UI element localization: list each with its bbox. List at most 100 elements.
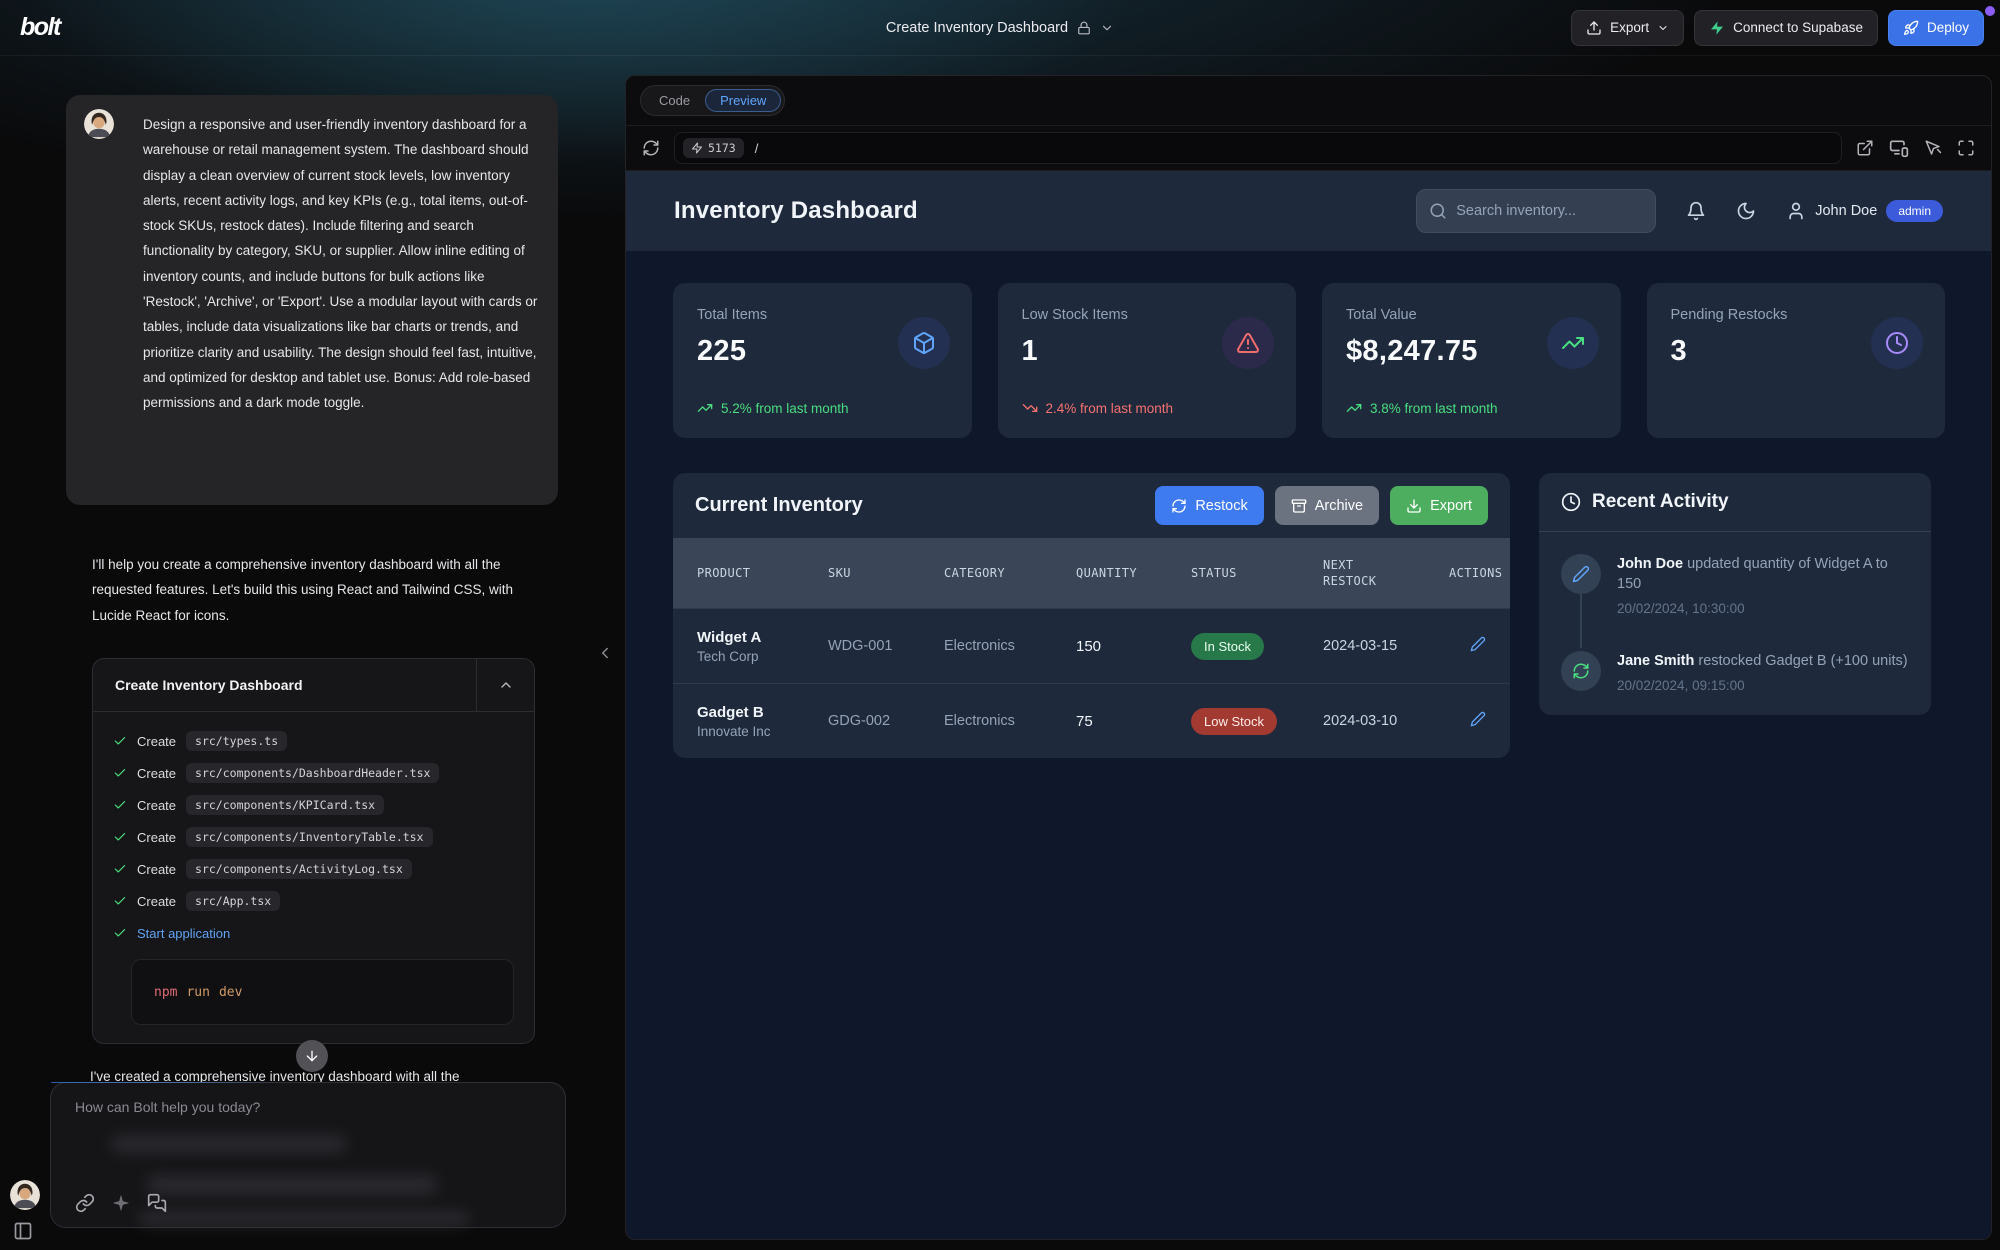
activity-text: Jane Smith restocked Gadget B (+100 unit… <box>1617 651 1908 671</box>
rocket-icon <box>1903 20 1919 36</box>
check-icon <box>113 926 127 940</box>
table-row: Widget A Tech Corp WDG-001 Electronics 1… <box>673 608 1510 683</box>
trending-down-icon <box>1022 400 1038 416</box>
terminal-command: npm run dev <box>131 959 514 1025</box>
archive-button[interactable]: Archive <box>1275 486 1379 525</box>
create-file-step: Create src/types.ts <box>113 725 514 757</box>
archive-icon <box>1291 498 1307 514</box>
category-cell: Electronics <box>944 713 1076 729</box>
blurred-text <box>147 1175 437 1195</box>
artifact-card: Create Inventory Dashboard Create src/ty… <box>92 658 535 1044</box>
activity-actor: Jane Smith <box>1617 653 1694 669</box>
dark-mode-toggle-icon[interactable] <box>1736 201 1756 221</box>
chat-mode-icon[interactable] <box>147 1193 167 1213</box>
quantity-cell: 75 <box>1076 713 1191 730</box>
chat-input-toolbar <box>75 1193 167 1213</box>
restock-button[interactable]: Restock <box>1155 486 1263 525</box>
create-file-step: Create src/components/DashboardHeader.ts… <box>113 757 514 789</box>
next-restock-cell: 2024-03-15 <box>1323 638 1449 654</box>
package-icon <box>898 317 950 369</box>
check-icon <box>113 798 127 812</box>
trending-up-icon <box>1547 317 1599 369</box>
account-avatar[interactable] <box>10 1180 40 1210</box>
step-action-label: Create <box>137 798 176 813</box>
port-badge[interactable]: 5173 <box>683 138 744 158</box>
export-button[interactable]: Export <box>1571 10 1684 46</box>
port-zap-icon <box>691 142 703 154</box>
chevron-down-icon[interactable] <box>1100 21 1114 35</box>
status-badge: Low Stock <box>1191 708 1277 735</box>
reload-icon[interactable] <box>642 139 660 157</box>
user-chip[interactable]: John Doe admin <box>1786 200 1943 222</box>
fullscreen-icon[interactable] <box>1957 139 1975 157</box>
edit-icon[interactable] <box>1470 711 1486 727</box>
search-input[interactable] <box>1456 203 1643 219</box>
col-actions: ACTIONS <box>1449 566 1510 580</box>
product-supplier: Innovate Inc <box>697 724 828 739</box>
attach-link-icon[interactable] <box>75 1193 95 1213</box>
artifact-collapse-button[interactable] <box>476 659 534 711</box>
tab-preview[interactable]: Preview <box>705 89 781 112</box>
step-action-label: Create <box>137 766 176 781</box>
pencil-icon <box>1561 554 1601 594</box>
inspector-icon[interactable] <box>1924 139 1942 157</box>
create-file-step: Create src/App.tsx <box>113 885 514 917</box>
kpi-pending-restocks: Pending Restocks 3 <box>1647 283 1946 438</box>
inventory-title: Current Inventory <box>695 494 863 517</box>
chevron-down-icon <box>1657 22 1669 34</box>
user-message-text: Design a responsive and user-friendly in… <box>143 112 540 416</box>
clock-icon <box>1561 492 1581 512</box>
file-pill[interactable]: src/components/DashboardHeader.tsx <box>186 763 439 783</box>
deploy-label: Deploy <box>1927 20 1969 35</box>
connect-supabase-button[interactable]: Connect to Supabase <box>1694 10 1878 46</box>
command-arg: dev <box>219 985 242 1000</box>
kpi-row: Total Items 225 5.2% from last month Low… <box>673 283 1945 438</box>
activity-item: John Doe updated quantity of Widget A to… <box>1561 554 1909 616</box>
notifications-icon[interactable] <box>1686 201 1706 221</box>
open-in-new-tab-icon[interactable] <box>1856 139 1874 157</box>
artifact-header[interactable]: Create Inventory Dashboard <box>93 659 534 712</box>
user-name: John Doe <box>1815 203 1877 219</box>
status-cell: In Stock <box>1191 633 1323 660</box>
kpi-total-items: Total Items 225 5.2% from last month <box>673 283 972 438</box>
responsive-preview-icon[interactable] <box>1889 138 1909 158</box>
step-action-label: Create <box>137 862 176 877</box>
bolt-logo[interactable]: bolt <box>20 13 60 42</box>
tab-code[interactable]: Code <box>644 89 705 112</box>
kpi-delta-text: 3.8% from last month <box>1370 401 1498 416</box>
artifact-steps: Create src/types.ts Create src/component… <box>93 712 534 949</box>
file-pill[interactable]: src/components/ActivityLog.tsx <box>186 859 412 879</box>
supabase-icon <box>1709 20 1725 36</box>
sidebar-toggle-icon[interactable] <box>13 1221 33 1241</box>
deploy-button[interactable]: Deploy <box>1888 10 1984 46</box>
export-label: Export <box>1610 20 1649 35</box>
file-pill[interactable]: src/App.tsx <box>186 891 280 911</box>
check-icon <box>113 862 127 876</box>
file-pill[interactable]: src/components/KPICard.tsx <box>186 795 384 815</box>
activity-connector <box>1580 594 1582 648</box>
start-application-link[interactable]: Start application <box>137 926 230 941</box>
file-pill[interactable]: src/components/InventoryTable.tsx <box>186 827 432 847</box>
refresh-icon <box>1561 651 1601 691</box>
sku-cell: GDG-002 <box>828 713 944 729</box>
scroll-to-bottom-button[interactable] <box>296 1040 328 1072</box>
export-table-button[interactable]: Export <box>1390 486 1488 525</box>
clock-icon <box>1871 317 1923 369</box>
alert-triangle-icon <box>1222 317 1274 369</box>
activity-item: Jane Smith restocked Gadget B (+100 unit… <box>1561 651 1909 693</box>
status-badge: In Stock <box>1191 633 1264 660</box>
activity-title: Recent Activity <box>1592 491 1729 513</box>
content-row: Current Inventory Restock Archive <box>673 473 1945 758</box>
edit-icon[interactable] <box>1470 636 1486 652</box>
arrow-down-icon <box>304 1048 320 1064</box>
collapse-chat-icon[interactable] <box>596 644 614 662</box>
start-application-step: Start application <box>113 917 514 949</box>
view-tabstrip: Code Preview <box>626 76 1991 125</box>
chevron-up-icon <box>498 677 514 693</box>
file-pill[interactable]: src/types.ts <box>186 731 287 751</box>
code-preview-toggle: Code Preview <box>640 85 785 116</box>
export-label: Export <box>1430 498 1472 514</box>
step-action-label: Create <box>137 894 176 909</box>
url-input[interactable]: 5173 / <box>674 132 1842 164</box>
enhance-prompt-icon[interactable] <box>112 1194 130 1212</box>
